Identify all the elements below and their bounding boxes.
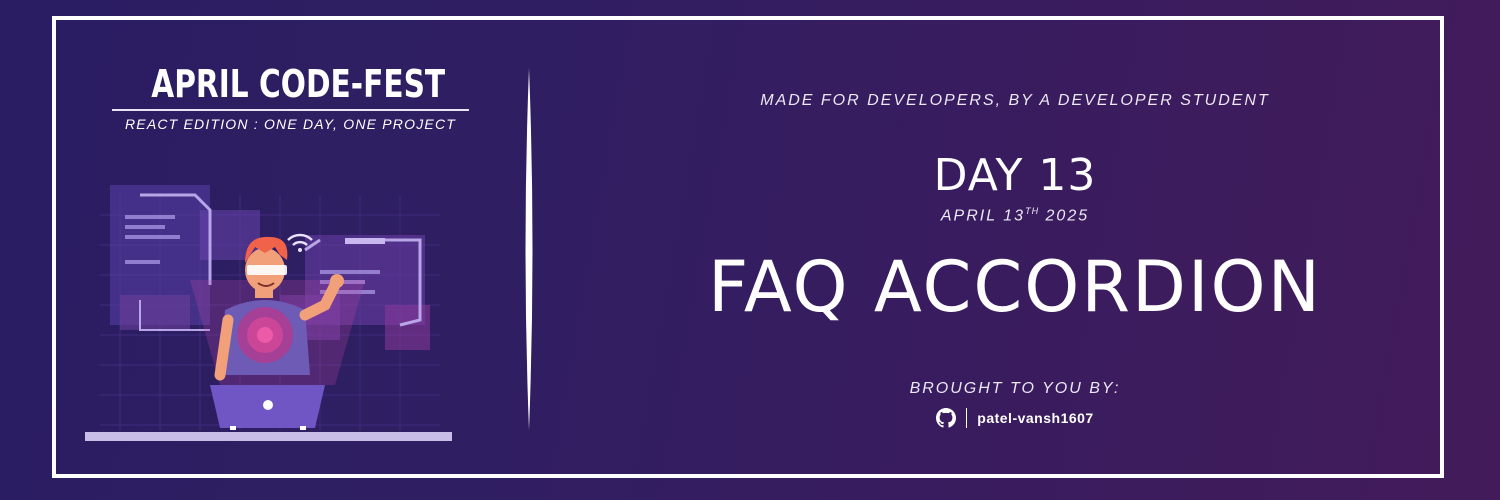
credit-label: BROUGHT TO YOU BY:	[909, 380, 1121, 397]
project-date: APRIL 13TH 2025	[640, 206, 1390, 225]
vertical-divider	[525, 68, 533, 430]
github-username[interactable]: patel-vansh1607	[977, 410, 1093, 426]
project-title: FAQ ACCORDION	[708, 246, 1322, 328]
github-icon	[936, 408, 957, 428]
date-prefix: APRIL 13	[940, 207, 1026, 225]
developer-illustration	[85, 185, 452, 441]
date-suffix: TH	[1025, 206, 1040, 216]
date-year: 2025	[1045, 207, 1090, 225]
tagline: MADE FOR DEVELOPERS, BY A DEVELOPER STUD…	[760, 92, 1270, 109]
separator	[966, 408, 968, 428]
day-label: DAY 13	[933, 150, 1097, 201]
event-title: APRIL CODE-FEST	[151, 62, 446, 106]
title-underline	[112, 109, 469, 111]
github-credit[interactable]: patel-vansh1607	[640, 408, 1390, 428]
event-subtitle: REACT EDITION : ONE DAY, ONE PROJECT	[124, 116, 457, 132]
